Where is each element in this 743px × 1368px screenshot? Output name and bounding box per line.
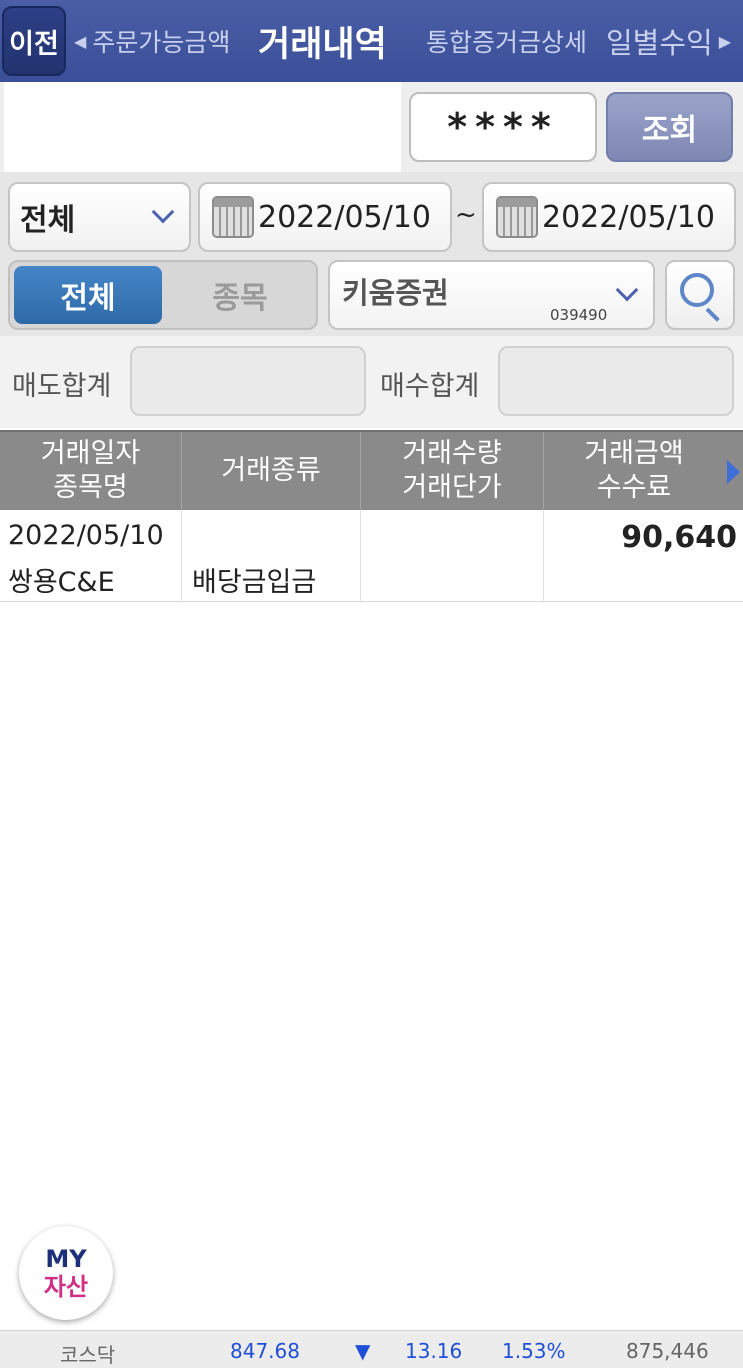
stock-name: 쌍용C&E <box>8 567 115 598</box>
header-line: 종목명 <box>53 472 128 503</box>
tab-daily-profit[interactable]: 일별수익 ▶ <box>606 0 731 82</box>
scope-toggle: 전체 종목 <box>8 260 318 330</box>
market-ticker[interactable]: 코스닥 847.68 ▼ 13.16 1.53% 875,446 <box>0 1330 743 1368</box>
header-line: 거래일자 <box>40 438 141 469</box>
date-range-separator: ~ <box>455 200 477 230</box>
toggle-all-button[interactable]: 전체 <box>14 266 162 324</box>
sell-total-value <box>130 346 366 416</box>
table-row[interactable]: 2022/05/10 쌍용C&E 배당금입금 90,640 <box>0 510 743 602</box>
calendar-icon <box>212 196 254 238</box>
account-selector[interactable] <box>4 82 401 172</box>
index-value: 847.68 <box>230 1339 300 1363</box>
index-name: 코스닥 <box>60 1343 116 1367</box>
column-header-date: 거래일자 종목명 <box>0 432 182 510</box>
date-from-field[interactable]: 2022/05/10 <box>198 182 452 252</box>
tab-trade-history[interactable]: 거래내역 <box>258 0 387 82</box>
asset-label: 자산 <box>43 1273 89 1301</box>
trade-type-value: 전체 <box>20 203 76 238</box>
scroll-right-icon[interactable] <box>727 460 740 484</box>
header-line: 거래단가 <box>402 472 502 503</box>
account-row: **** 조회 <box>0 82 743 172</box>
down-arrow-icon: ▼ <box>355 1339 371 1363</box>
column-header-quantity: 거래수량 거래단가 <box>361 432 544 510</box>
sell-total-label: 매도합계 <box>12 371 112 402</box>
index-volume: 875,446 <box>626 1339 709 1363</box>
search-icon <box>680 273 714 307</box>
back-button[interactable]: 이전 <box>2 6 66 76</box>
header-line: 거래금액 <box>584 438 684 469</box>
cell-quantity-price <box>361 510 544 602</box>
toggle-stock-button[interactable]: 종목 <box>166 266 314 324</box>
tab-label: 주문가능금액 <box>92 28 231 57</box>
tab-margin-detail[interactable]: 통합증거금상세 <box>426 0 587 82</box>
tab-order-available[interactable]: ◀ 주문가능금액 <box>74 0 230 82</box>
calendar-icon <box>496 196 538 238</box>
column-header-amount: 거래금액 수수료 <box>544 432 724 510</box>
tab-label: 일별수익 <box>606 26 713 60</box>
my-asset-button[interactable]: MY 자산 <box>19 1226 113 1320</box>
index-change-pct: 1.53% <box>502 1339 566 1363</box>
cell-trade-type: 배당금입금 <box>182 510 361 602</box>
stock-code: 039490 <box>550 306 608 324</box>
password-field[interactable]: **** <box>409 92 597 162</box>
chevron-right-icon: ▶ <box>718 31 732 51</box>
table-header: 거래일자 종목명 거래종류 거래수량 거래단가 거래금액 수수료 <box>0 430 743 510</box>
date-from-value: 2022/05/10 <box>258 199 431 235</box>
trade-type-select[interactable]: 전체 <box>8 182 191 252</box>
search-button[interactable] <box>665 260 735 330</box>
my-label: MY <box>45 1245 87 1273</box>
amount: 90,640 <box>621 520 737 555</box>
chevron-down-icon <box>615 278 639 302</box>
buy-total-value <box>498 346 734 416</box>
query-button[interactable]: 조회 <box>606 92 733 162</box>
stock-name: 키움증권 <box>342 276 449 310</box>
cell-amount-fee: 90,640 <box>544 510 743 602</box>
cell-date-stock: 2022/05/10 쌍용C&E <box>0 510 182 602</box>
index-change: 13.16 <box>405 1339 463 1363</box>
buy-total-label: 매수합계 <box>380 371 480 402</box>
column-header-type: 거래종류 <box>182 432 361 510</box>
header-line: 거래종류 <box>221 455 321 486</box>
date-to-value: 2022/05/10 <box>542 199 715 235</box>
filter-panel: 전체 2022/05/10 ~ 2022/05/10 전체 종목 키움증권 03… <box>0 172 743 336</box>
chevron-left-icon: ◀ <box>74 31 87 51</box>
top-nav-bar: 이전 ◀ 주문가능금액 거래내역 통합증거금상세 일별수익 ▶ <box>0 0 743 82</box>
date-to-field[interactable]: 2022/05/10 <box>482 182 736 252</box>
trade-type: 배당금입금 <box>192 567 317 598</box>
header-line: 거래수량 <box>402 438 502 469</box>
trade-date: 2022/05/10 <box>8 520 164 551</box>
chevron-down-icon <box>151 200 175 224</box>
totals-row: 매도합계 매수합계 <box>0 336 743 428</box>
search-icon-handle <box>705 307 720 322</box>
stock-select[interactable]: 키움증권 039490 <box>328 260 655 330</box>
header-line: 수수료 <box>596 472 672 503</box>
